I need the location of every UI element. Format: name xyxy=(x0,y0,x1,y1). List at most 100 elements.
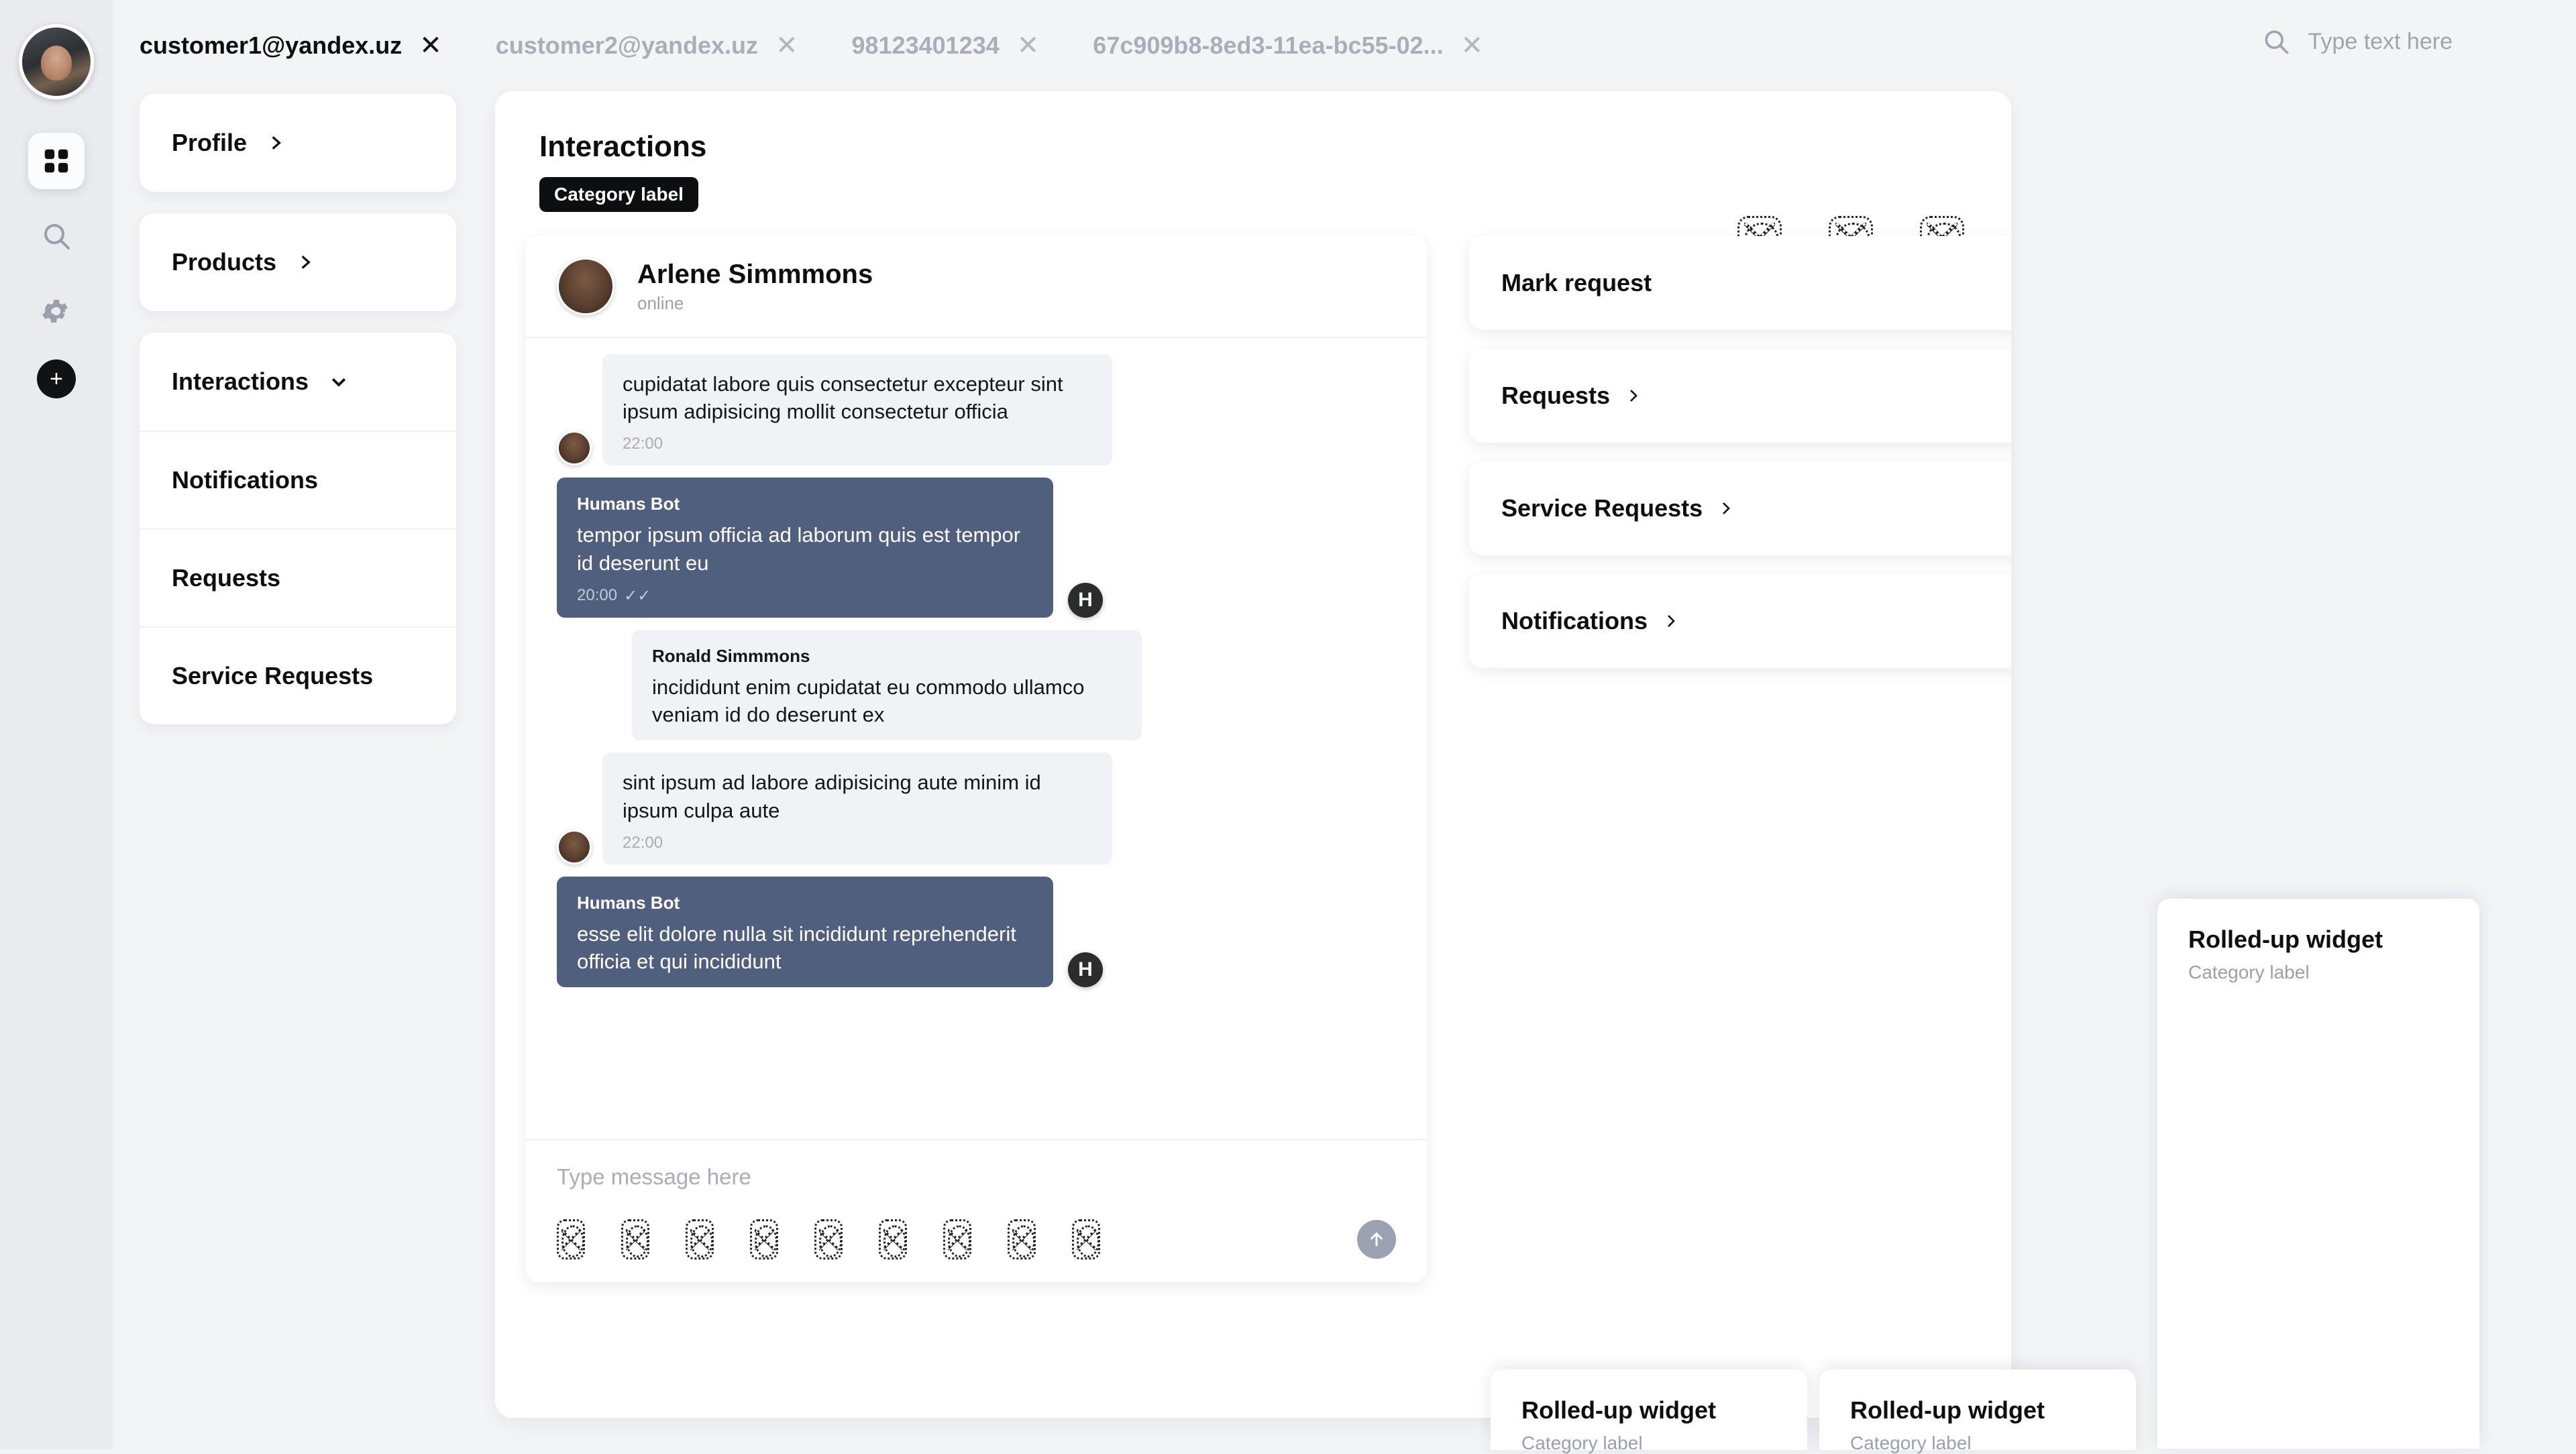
widget-title: Rolled-up widget xyxy=(1521,1396,1716,1424)
close-icon[interactable]: ✕ xyxy=(1461,32,1484,59)
gear-icon xyxy=(42,300,68,323)
placeholder-icon[interactable] xyxy=(1008,1219,1036,1260)
close-icon[interactable]: ✕ xyxy=(775,32,798,59)
tab-customer1[interactable]: customer1@yandex.uz ✕ xyxy=(113,0,469,91)
chat-header: Arlene Simmmons online xyxy=(526,236,1427,338)
bot-avatar: H xyxy=(1068,582,1103,618)
message-bubble[interactable]: Humans Bot tempor ipsum officia ad labor… xyxy=(557,478,1053,618)
main-header: Interactions Category label xyxy=(495,91,2011,212)
nav-card-profile: Profile xyxy=(140,94,456,192)
global-search[interactable]: Type text here xyxy=(2261,27,2453,56)
rolled-up-widget[interactable]: Rolled-up widget Category label xyxy=(1819,1369,2136,1453)
arrow-up-icon xyxy=(1371,1232,1383,1247)
message-row: sint ipsum ad labore adipisicing aute mi… xyxy=(557,752,1396,864)
tab-customer2[interactable]: customer2@yandex.uz ✕ xyxy=(469,0,825,91)
close-icon[interactable]: ✕ xyxy=(1017,32,1040,59)
message-text: sint ipsum ad labore adipisicing aute mi… xyxy=(623,771,1041,822)
message-time: 22:00 xyxy=(623,435,1092,453)
rolled-up-widget[interactable]: Rolled-up widget Category label xyxy=(1491,1369,1807,1453)
tab-phone-number[interactable]: 98123401234 ✕ xyxy=(825,0,1067,91)
placeholder-icon[interactable] xyxy=(750,1219,778,1260)
message-text: incididunt enim cupidatat eu commodo ull… xyxy=(652,675,1085,727)
card-mark-request[interactable]: Mark request xyxy=(1469,236,2011,330)
avatar xyxy=(557,829,592,864)
grid-icon xyxy=(44,149,68,173)
message-text: cupidatat labore quis consectetur except… xyxy=(623,372,1063,424)
tab-label: customer2@yandex.uz xyxy=(495,32,759,59)
bot-avatar: H xyxy=(1068,952,1103,988)
tab-label: customer1@yandex.uz xyxy=(140,32,402,59)
close-icon[interactable]: ✕ xyxy=(419,32,442,59)
bot-initial: H xyxy=(1078,588,1093,611)
message-text: esse elit dolore nulla sit incididunt re… xyxy=(577,921,1016,973)
message-bubble[interactable]: cupidatat labore quis consectetur except… xyxy=(602,354,1112,466)
sidebar-item-notifications[interactable]: Notifications xyxy=(140,431,456,528)
chevron-right-icon xyxy=(301,256,311,269)
card-service-requests[interactable]: Service Requests xyxy=(1469,461,2011,555)
placeholder-icon[interactable] xyxy=(686,1219,714,1260)
message-bubble[interactable]: Ronald Simmmons incididunt enim cupidata… xyxy=(632,629,1142,741)
read-receipt-icon: ✓✓ xyxy=(624,586,651,605)
nav-label: Products xyxy=(172,248,277,276)
placeholder-icon[interactable] xyxy=(814,1219,843,1260)
sidebar-item-search[interactable] xyxy=(28,208,85,264)
tab-bar: customer1@yandex.uz ✕ customer2@yandex.u… xyxy=(113,0,2576,91)
widget-title: Rolled-up widget xyxy=(1850,1396,2045,1424)
tab-label: 98123401234 xyxy=(851,32,1000,59)
nav-label: Service Requests xyxy=(172,662,374,689)
tab-uuid[interactable]: 67c909b8-8ed3-11ea-bc55-02... ✕ xyxy=(1066,0,1510,91)
rolled-up-widget[interactable]: Rolled-up widget Category label xyxy=(2157,899,2479,1449)
sidebar-item-service-requests[interactable]: Service Requests xyxy=(140,626,456,724)
placeholder-icon[interactable] xyxy=(621,1219,649,1260)
bot-initial: H xyxy=(1078,958,1093,981)
card-label: Service Requests xyxy=(1501,494,1703,522)
chevron-right-icon xyxy=(1717,500,1733,516)
time-text: 22:00 xyxy=(623,435,663,453)
nav-label: Interactions xyxy=(172,368,309,395)
card-notifications[interactable]: Notifications xyxy=(1469,574,2011,668)
message-time: 22:00 xyxy=(623,834,1092,852)
message-list: cupidatat labore quis consectetur except… xyxy=(526,338,1427,1139)
sidebar-item-settings[interactable] xyxy=(28,283,85,339)
card-label: Requests xyxy=(1501,382,1611,409)
sidebar-item-interactions[interactable]: Interactions xyxy=(140,333,456,431)
contact-name: Arlene Simmmons xyxy=(637,259,873,289)
nav-label: Notifications xyxy=(172,466,319,494)
avatar[interactable] xyxy=(557,258,614,315)
message-sender: Humans Bot xyxy=(577,494,680,514)
placeholder-icon[interactable] xyxy=(879,1219,907,1260)
chevron-right-icon xyxy=(1625,388,1641,404)
placeholder-icon[interactable] xyxy=(557,1219,585,1260)
time-text: 20:00 xyxy=(577,586,618,605)
avatar[interactable] xyxy=(19,24,94,99)
sidebar-item-products[interactable]: Products xyxy=(140,213,456,311)
chat-card: Arlene Simmmons online cupidatat labore … xyxy=(526,236,1427,1282)
category-badge: Category label xyxy=(539,177,698,212)
search-input[interactable]: Type text here xyxy=(2308,29,2453,55)
message-row: Ronald Simmmons incididunt enim cupidata… xyxy=(557,629,1396,741)
send-button[interactable] xyxy=(1357,1220,1396,1259)
nav-card-interactions: Interactions Notifications Requests Serv… xyxy=(140,333,456,724)
message-input[interactable]: Type message here xyxy=(557,1164,1396,1190)
sidebar-item-dashboard[interactable] xyxy=(28,133,85,189)
sidebar-item-profile[interactable]: Profile xyxy=(140,94,456,192)
message-row: Humans Bot tempor ipsum officia ad labor… xyxy=(557,478,1396,618)
widget-category: Category label xyxy=(1850,1433,1972,1453)
time-text: 22:00 xyxy=(623,833,663,852)
placeholder-icon[interactable] xyxy=(943,1219,971,1260)
message-row: Humans Bot esse elit dolore nulla sit in… xyxy=(557,876,1396,988)
nav-label: Requests xyxy=(172,564,281,592)
message-sender: Ronald Simmmons xyxy=(652,645,810,666)
nav-card-products: Products xyxy=(140,213,456,311)
message-bubble[interactable]: Humans Bot esse elit dolore nulla sit in… xyxy=(557,876,1053,988)
sidebar-item-requests[interactable]: Requests xyxy=(140,528,456,626)
nav-column: Profile Products Interactions Notificati… xyxy=(140,94,456,746)
add-button[interactable]: + xyxy=(37,359,76,398)
search-icon xyxy=(44,224,70,249)
plus-icon: + xyxy=(50,366,63,392)
message-bubble[interactable]: sint ipsum ad labore adipisicing aute mi… xyxy=(602,752,1112,864)
placeholder-icon[interactable] xyxy=(1072,1219,1100,1260)
main-panel: Interactions Category label Arlene Simmm… xyxy=(495,91,2011,1418)
card-requests[interactable]: Requests xyxy=(1469,349,2011,443)
avatar xyxy=(557,431,592,466)
